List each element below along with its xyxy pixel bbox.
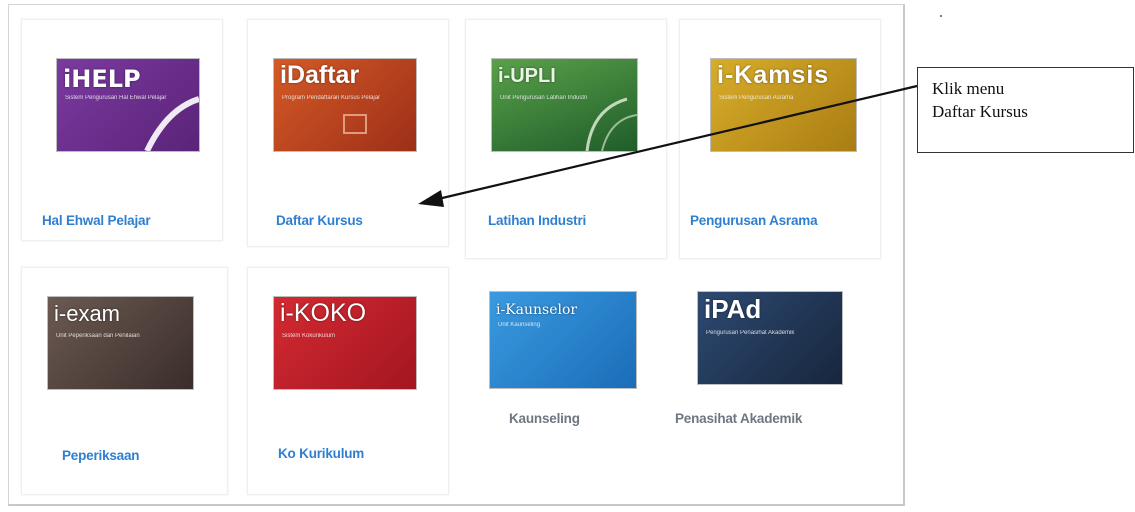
scan-speck [940, 15, 942, 17]
pointer-arrow-icon [418, 84, 918, 207]
